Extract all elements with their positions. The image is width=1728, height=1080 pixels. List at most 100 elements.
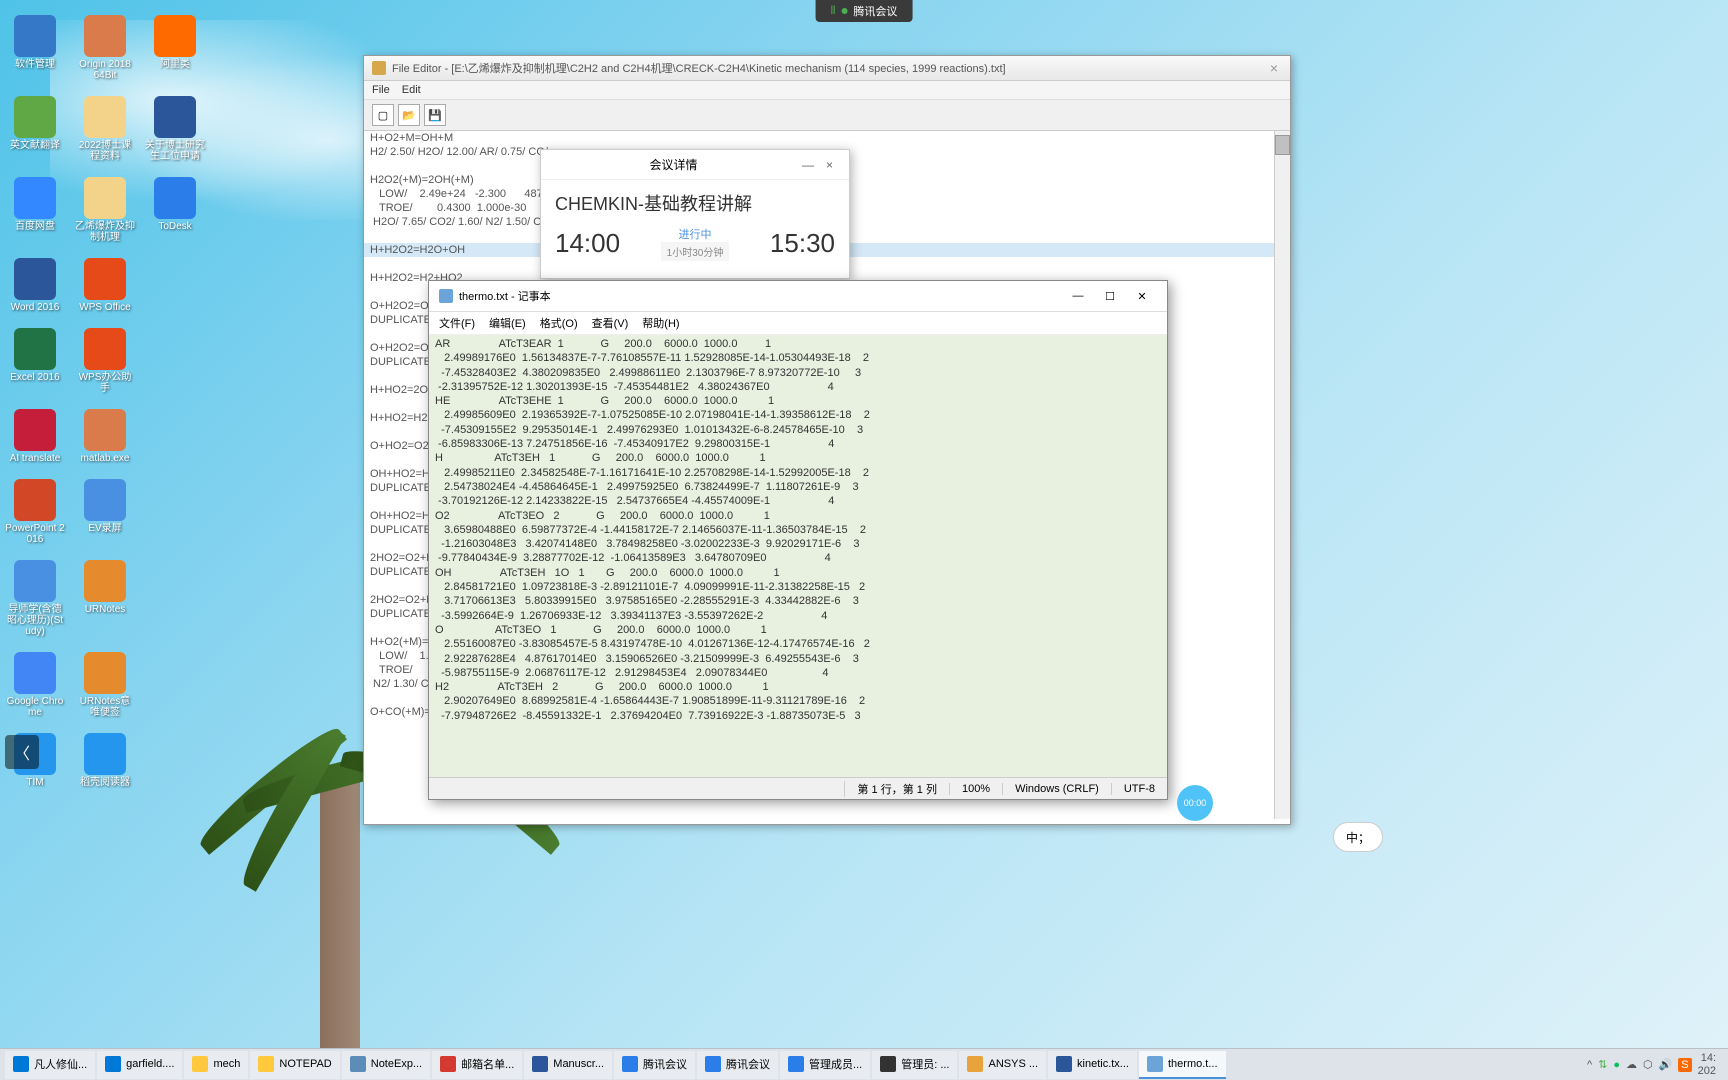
taskbar-item[interactable]: 邮箱名单... bbox=[432, 1051, 522, 1079]
meeting-start-time: 14:00 bbox=[555, 228, 620, 259]
notepad-menu-format[interactable]: 格式(O) bbox=[540, 315, 578, 331]
desktop-icon-label: WPS办公助手 bbox=[75, 372, 135, 394]
notepad-close-button[interactable]: ✕ bbox=[1127, 286, 1157, 306]
notepad-menu-help[interactable]: 帮助(H) bbox=[642, 315, 679, 331]
file-editor-vscroll-thumb[interactable] bbox=[1275, 135, 1290, 155]
desktop-icon[interactable]: URNotes bbox=[75, 560, 135, 637]
file-editor-close-button[interactable]: × bbox=[1266, 60, 1282, 76]
meeting-minimize-button[interactable]: — bbox=[796, 158, 820, 172]
taskbar-item[interactable]: thermo.t... bbox=[1139, 1051, 1226, 1079]
taskbar-item[interactable]: 管理员: ... bbox=[872, 1051, 957, 1079]
taskbar-item-icon bbox=[440, 1056, 456, 1072]
taskbar-item[interactable]: ANSYS ... bbox=[959, 1051, 1046, 1079]
taskbar-item[interactable]: NoteExp... bbox=[342, 1051, 430, 1079]
taskbar-item-label: garfield.... bbox=[126, 1058, 174, 1070]
desktop-icon-image bbox=[14, 177, 56, 219]
taskbar-item-label: 腾讯会议 bbox=[643, 1056, 687, 1072]
timer-overlay[interactable]: 00:00 bbox=[1177, 785, 1213, 821]
desktop-icon-image bbox=[14, 560, 56, 602]
desktop-icon[interactable]: Google Chrome bbox=[5, 652, 65, 718]
taskbar-item-icon bbox=[532, 1056, 548, 1072]
ime-indicator[interactable]: 中； bbox=[1333, 822, 1383, 852]
taskbar-item[interactable]: mech bbox=[184, 1051, 248, 1079]
desktop-icon-label: URNotes bbox=[85, 604, 126, 615]
desktop-icon-image bbox=[84, 409, 126, 451]
desktop-icon-image bbox=[154, 15, 196, 57]
system-tray[interactable]: ^ ⇅ ● ☁ ⬡ 🔊 S 14: 202 bbox=[1579, 1052, 1724, 1076]
notepad-line: 3.71706613E3 5.80339915E0 3.97585165E0 -… bbox=[435, 594, 1161, 608]
notepad-minimize-button[interactable]: — bbox=[1063, 286, 1093, 306]
menu-edit[interactable]: Edit bbox=[402, 84, 421, 96]
notepad-line: HE ATcT3EHE 1 G 200.0 6000.0 1000.0 1 bbox=[435, 394, 1161, 408]
taskbar-item[interactable]: garfield.... bbox=[97, 1051, 182, 1079]
desktop-icon-image bbox=[14, 96, 56, 138]
desktop-icon[interactable]: 关于博士研究生工位申请 bbox=[145, 96, 205, 162]
taskbar-item-icon bbox=[705, 1056, 721, 1072]
tray-input-icon[interactable]: S bbox=[1678, 1058, 1691, 1072]
desktop-icon[interactable]: PowerPoint 2016 bbox=[5, 479, 65, 545]
desktop-icon-image bbox=[14, 15, 56, 57]
desktop-icon[interactable]: WPS Office bbox=[75, 258, 135, 313]
notepad-line: 2.84581721E0 1.09723818E-3 -2.89121101E-… bbox=[435, 580, 1161, 594]
desktop-icon[interactable]: 稻壳阅读器 bbox=[75, 733, 135, 788]
desktop-icon[interactable]: ToDesk bbox=[145, 177, 205, 243]
desktop-icon[interactable]: Origin 2018 64Bit bbox=[75, 15, 135, 81]
file-editor-vscroll[interactable] bbox=[1274, 131, 1290, 819]
menu-file[interactable]: File bbox=[372, 84, 390, 96]
desktop-icon[interactable]: URNotes意唯便签 bbox=[75, 652, 135, 718]
notepad-menu-view[interactable]: 查看(V) bbox=[592, 315, 629, 331]
desktop-icon[interactable]: Excel 2016 bbox=[5, 328, 65, 394]
file-editor-titlebar[interactable]: File Editor - [E:\乙烯爆炸及抑制机理\C2H2 and C2H… bbox=[364, 56, 1290, 81]
desktop-icon[interactable]: 百度网盘 bbox=[5, 177, 65, 243]
notepad-menu-file[interactable]: 文件(F) bbox=[439, 315, 475, 331]
tray-chevron-icon[interactable]: ^ bbox=[1587, 1059, 1592, 1071]
desktop-icon-label: WPS Office bbox=[79, 302, 131, 313]
notepad-title: thermo.txt - 记事本 bbox=[459, 288, 1057, 304]
desktop-icon-image bbox=[84, 560, 126, 602]
desktop-icon[interactable]: 软件管理 bbox=[5, 15, 65, 81]
meeting-titlebar[interactable]: 会议详情 — × bbox=[541, 150, 849, 180]
tray-cloud-icon[interactable]: ☁ bbox=[1626, 1058, 1637, 1071]
taskbar-item[interactable]: 腾讯会议 bbox=[614, 1051, 695, 1079]
desktop-icon[interactable]: matlab.exe bbox=[75, 409, 135, 464]
notepad-line: 2.49985609E0 2.19365392E-7-1.07525085E-1… bbox=[435, 408, 1161, 422]
back-overlay-button[interactable]: 〈 bbox=[5, 735, 39, 769]
taskbar-item-label: thermo.t... bbox=[1168, 1058, 1218, 1070]
notepad-line: -2.31395752E-12 1.30201393E-15 -7.453544… bbox=[435, 380, 1161, 394]
tray-shield-icon[interactable]: ⬡ bbox=[1643, 1058, 1653, 1071]
desktop-icon-label: EV录屏 bbox=[88, 523, 121, 534]
desktop-icon[interactable]: EV录屏 bbox=[75, 479, 135, 545]
desktop-icon[interactable]: AI translate bbox=[5, 409, 65, 464]
taskbar-item[interactable]: kinetic.tx... bbox=[1048, 1051, 1137, 1079]
open-file-button[interactable]: 📂 bbox=[398, 104, 420, 126]
desktop-icon[interactable]: 导师学(含德昭心理历)(Study) bbox=[5, 560, 65, 637]
meeting-top-banner[interactable]: ⦀ 腾讯会议 bbox=[816, 0, 913, 22]
desktop-icon-label: Google Chrome bbox=[5, 696, 65, 718]
desktop-icon[interactable]: 阿里类 bbox=[145, 15, 205, 81]
notepad-content[interactable]: AR ATcT3EAR 1 G 200.0 6000.0 1000.0 1 2.… bbox=[429, 335, 1167, 778]
tray-wechat-icon[interactable]: ● bbox=[1613, 1059, 1620, 1071]
new-file-button[interactable]: ▢ bbox=[372, 104, 394, 126]
notepad-menu-edit[interactable]: 编辑(E) bbox=[489, 315, 526, 331]
desktop-icon[interactable]: 乙烯爆炸及抑制机理 bbox=[75, 177, 135, 243]
desktop-icon-label: ToDesk bbox=[158, 221, 191, 232]
notepad-line: -7.97948726E2 -8.45591332E-1 2.37694204E… bbox=[435, 709, 1161, 723]
tray-network-icon[interactable]: ⇅ bbox=[1598, 1058, 1607, 1071]
notepad-titlebar[interactable]: thermo.txt - 记事本 — ☐ ✕ bbox=[429, 281, 1167, 312]
notepad-maximize-button[interactable]: ☐ bbox=[1095, 286, 1125, 306]
taskbar-item[interactable]: NOTEPAD bbox=[250, 1051, 339, 1079]
notepad-line: 2.55160087E0 -3.83085457E-5 8.43197478E-… bbox=[435, 637, 1161, 651]
taskbar-item[interactable]: 凡人修仙... bbox=[5, 1051, 95, 1079]
desktop-icon-image bbox=[84, 96, 126, 138]
desktop-icon[interactable]: Word 2016 bbox=[5, 258, 65, 313]
tray-volume-icon[interactable]: 🔊 bbox=[1659, 1058, 1673, 1071]
meeting-close-button[interactable]: × bbox=[820, 158, 839, 172]
taskbar-item[interactable]: 管理成员... bbox=[780, 1051, 870, 1079]
desktop-icon[interactable]: 英文献翻译 bbox=[5, 96, 65, 162]
taskbar-clock[interactable]: 14: 202 bbox=[1698, 1052, 1716, 1076]
save-file-button[interactable]: 💾 bbox=[424, 104, 446, 126]
taskbar-item[interactable]: 腾讯会议 bbox=[697, 1051, 778, 1079]
desktop-icon[interactable]: WPS办公助手 bbox=[75, 328, 135, 394]
desktop-icon[interactable]: 2022博士课程资料 bbox=[75, 96, 135, 162]
taskbar-item[interactable]: Manuscr... bbox=[524, 1051, 612, 1079]
